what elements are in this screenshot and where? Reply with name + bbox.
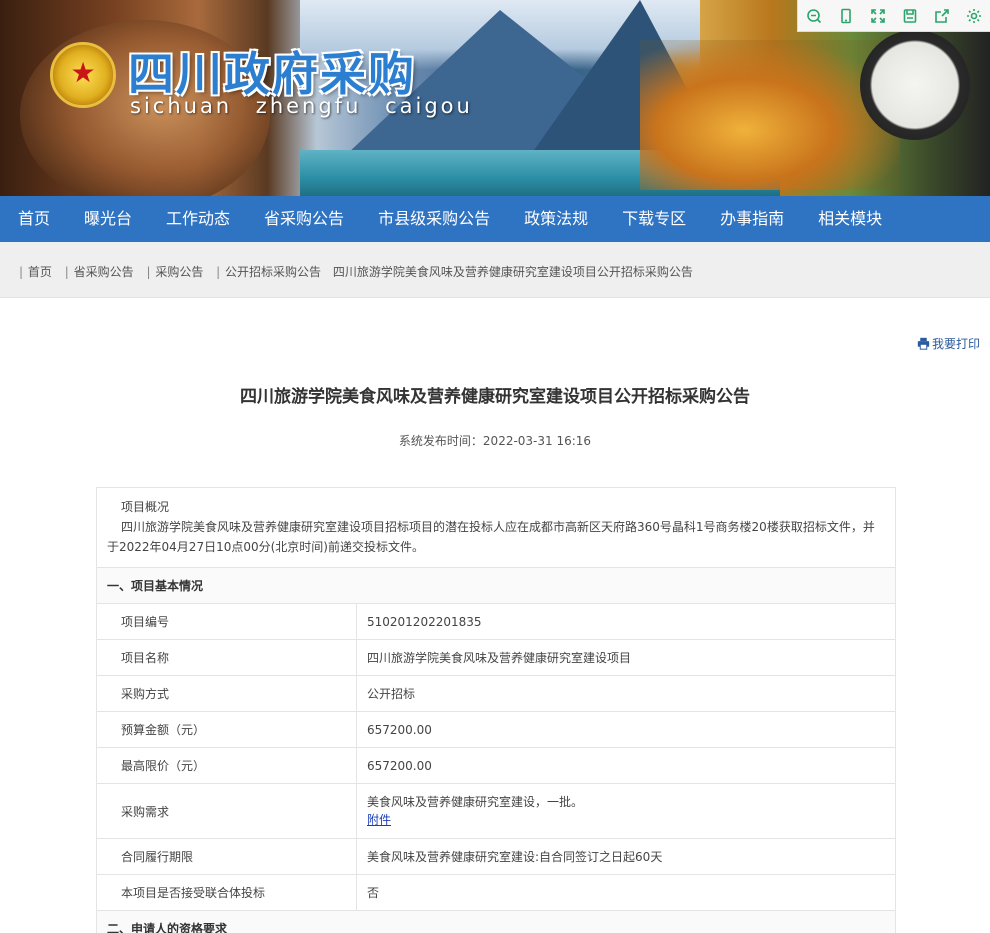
row-label: 本项目是否接受联合体投标 xyxy=(97,875,357,910)
nav-item-news[interactable]: 工作动态 xyxy=(149,196,247,242)
row-label: 合同履行期限 xyxy=(97,839,357,874)
row-label: 最高限价（元） xyxy=(97,748,357,783)
breadcrumb-procurement-notices[interactable]: 采购公告 xyxy=(155,265,203,279)
row-value: 否 xyxy=(367,885,380,900)
fullscreen-icon[interactable] xyxy=(867,5,889,27)
section-heading: 二、申请人的资格要求 xyxy=(97,911,895,933)
project-overview: 项目概况 四川旅游学院美食风味及营养健康研究室建设项目招标项目的潜在投标人应在成… xyxy=(97,488,895,568)
table-row: 合同履行期限 美食风味及营养健康研究室建设:自合同签订之日起60天 xyxy=(97,839,895,875)
print-label: 我要打印 xyxy=(931,337,980,351)
banner-autumn-forest xyxy=(640,40,900,190)
section-heading: 一、项目基本情况 xyxy=(97,568,895,604)
printer-icon xyxy=(917,337,930,350)
table-row: 项目编号 510201202201835 xyxy=(97,604,895,640)
search-icon[interactable] xyxy=(803,5,825,27)
site-subtitle: sichuan zhengfu caigou xyxy=(130,94,473,118)
breadcrumb-current: 四川旅游学院美食风味及营养健康研究室建设项目公开招标采购公告 xyxy=(332,265,693,279)
save-icon[interactable] xyxy=(899,5,921,27)
article-title: 四川旅游学院美食风味及营养健康研究室建设项目公开招标采购公告 xyxy=(240,387,750,407)
table-row: 最高限价（元） 657200.00 xyxy=(97,748,895,784)
accessibility-toolbar xyxy=(797,0,990,32)
banner-panda-image xyxy=(860,30,970,140)
nav-item-related-modules[interactable]: 相关模块 xyxy=(801,196,899,242)
national-emblem-logo: ★ xyxy=(50,42,116,108)
row-label: 采购方式 xyxy=(97,676,357,711)
breadcrumb-open-tender-notices[interactable]: 公开招标采购公告 xyxy=(225,265,321,279)
table-row: 采购方式 公开招标 xyxy=(97,676,895,712)
row-value: 657200.00 xyxy=(367,722,432,737)
row-value: 美食风味及营养健康研究室建设，一批。 附件 xyxy=(357,784,895,838)
row-value: 公开招标 xyxy=(367,686,416,701)
overview-body: 四川旅游学院美食风味及营养健康研究室建设项目招标项目的潜在投标人应在成都市高新区… xyxy=(107,520,875,554)
nav-item-policies[interactable]: 政策法规 xyxy=(507,196,605,242)
row-value: 美食风味及营养健康研究室建设:自合同签订之日起60天 xyxy=(367,849,663,864)
mobile-icon[interactable] xyxy=(835,5,857,27)
settings-icon[interactable] xyxy=(963,5,985,27)
row-value: 四川旅游学院美食风味及营养健康研究室建设项目 xyxy=(367,650,632,665)
table-row: 项目名称 四川旅游学院美食风味及营养健康研究室建设项目 xyxy=(97,640,895,676)
row-label: 项目编号 xyxy=(97,604,357,639)
row-value: 510201202201835 xyxy=(367,614,482,629)
share-icon[interactable] xyxy=(931,5,953,27)
nav-item-exposure[interactable]: 曝光台 xyxy=(67,196,149,242)
row-label: 预算金额（元） xyxy=(97,712,357,747)
breadcrumb-provincial-notices[interactable]: 省采购公告 xyxy=(74,265,134,279)
nav-item-guide[interactable]: 办事指南 xyxy=(703,196,801,242)
breadcrumb-home[interactable]: 首页 xyxy=(28,265,52,279)
publish-time: 系统发布时间：2022-03-31 16:16 xyxy=(398,434,592,448)
table-row: 预算金额（元） 657200.00 xyxy=(97,712,895,748)
nav-item-city-county-notices[interactable]: 市县级采购公告 xyxy=(361,196,507,242)
overview-title: 项目概况 xyxy=(121,500,170,514)
print-button[interactable]: 我要打印 xyxy=(917,335,980,352)
row-label: 采购需求 xyxy=(97,784,357,838)
nav-item-provincial-notices[interactable]: 省采购公告 xyxy=(247,196,361,242)
table-row: 本项目是否接受联合体投标 否 xyxy=(97,875,895,911)
nav-item-downloads[interactable]: 下载专区 xyxy=(605,196,703,242)
breadcrumb-bar: | 首页 | 省采购公告 | 采购公告 | 公开招标采购公告 四川旅游学院美食风… xyxy=(0,242,990,298)
row-value: 657200.00 xyxy=(367,758,432,773)
row-label: 项目名称 xyxy=(97,640,357,675)
announcement-table: 项目概况 四川旅游学院美食风味及营养健康研究室建设项目招标项目的潜在投标人应在成… xyxy=(96,487,896,933)
attachment-link[interactable]: 附件 xyxy=(367,811,895,829)
nav-item-home[interactable]: 首页 xyxy=(0,196,67,242)
main-nav: 首页 曝光台 工作动态 省采购公告 市县级采购公告 政策法规 下载专区 办事指南… xyxy=(0,196,990,242)
table-row: 采购需求 美食风味及营养健康研究室建设，一批。 附件 xyxy=(97,784,895,839)
breadcrumb: | 首页 | 省采购公告 | 采购公告 | 公开招标采购公告 四川旅游学院美食风… xyxy=(19,265,693,279)
